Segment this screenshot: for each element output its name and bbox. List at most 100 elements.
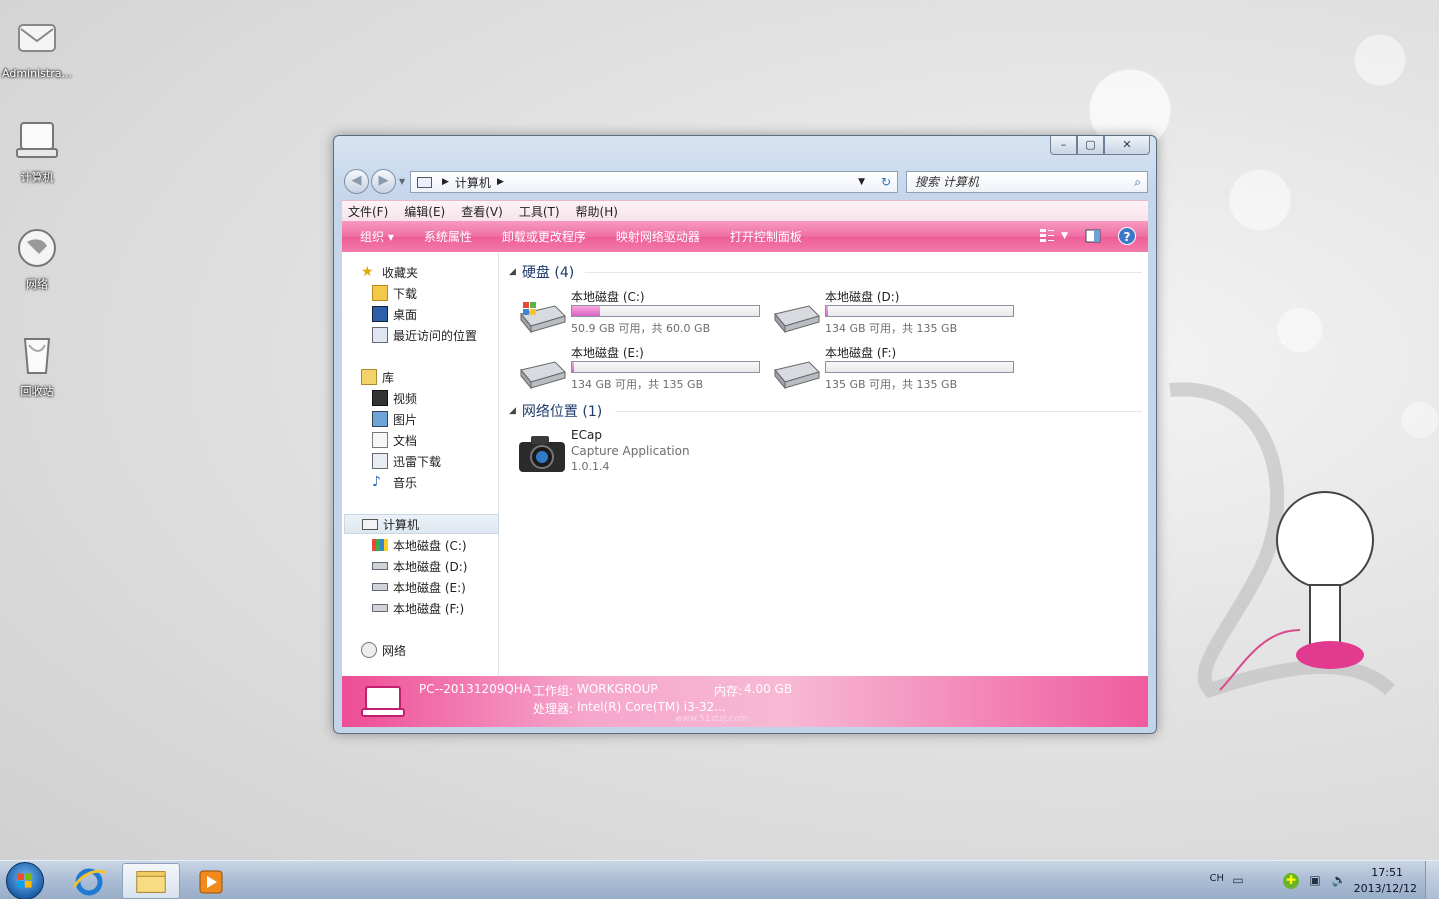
nav-drive-d[interactable]: 本地磁盘 (D:) xyxy=(372,556,467,576)
desktop-icon-recycle-bin[interactable]: 回收站 xyxy=(0,331,74,399)
nav-desktop[interactable]: 桌面 xyxy=(372,304,417,324)
nav-label: 视频 xyxy=(393,391,418,406)
nav-drive-f[interactable]: 本地磁盘 (F:) xyxy=(372,598,464,618)
taskbar-windows-explorer[interactable] xyxy=(122,863,180,899)
theme-watermark: www.51ztzj.com xyxy=(675,714,749,724)
nav-recent-places[interactable]: 最近访问的位置 xyxy=(372,325,477,345)
preview-pane-icon[interactable] xyxy=(1084,227,1102,245)
organize-button[interactable]: 组织 ▾ xyxy=(360,228,394,245)
group-header-network-locations[interactable]: ◢ 网络位置 (1) xyxy=(509,401,602,421)
desktop-icon-computer[interactable]: 计算机 xyxy=(0,117,74,185)
navigation-pane: ★ 收藏夹 下载 桌面 最近访问的位置 库 视频 图片 文档 迅雷下载 ♪ 音乐… xyxy=(342,252,499,676)
refresh-icon[interactable]: ↻ xyxy=(881,175,891,189)
nav-videos[interactable]: 视频 xyxy=(372,388,417,408)
drive-tile-e[interactable]: 本地磁盘 (E:) 134 GB 可用，共 135 GB xyxy=(517,344,767,396)
desktop-icon-label: 回收站 xyxy=(20,385,54,398)
processor-label: 处理器: xyxy=(533,702,574,716)
taskbar-media-player[interactable] xyxy=(182,863,240,899)
network-icon xyxy=(18,229,56,267)
forward-button[interactable]: ▶ xyxy=(371,169,396,194)
start-button[interactable] xyxy=(6,862,44,899)
view-options-chevron-icon[interactable]: ▼ xyxy=(1061,231,1068,241)
network-item-version: 1.0.1.4 xyxy=(571,460,610,473)
desktop-icon-user-folder[interactable]: Administra... xyxy=(0,15,74,80)
group-header-hard-drives[interactable]: ◢ 硬盘 (4) xyxy=(509,262,574,282)
collapse-triangle-icon[interactable]: ◢ xyxy=(509,406,516,416)
clock-time[interactable]: 17:51 xyxy=(1371,866,1403,879)
input-language-indicator[interactable]: CH xyxy=(1209,873,1224,884)
address-history-dropdown-icon[interactable]: ▼ xyxy=(858,177,865,187)
network-item-name: ECap xyxy=(571,428,602,442)
nav-drive-e[interactable]: 本地磁盘 (E:) xyxy=(372,577,466,597)
drive-free-space: 134 GB 可用，共 135 GB xyxy=(571,378,704,391)
taskbar-internet-explorer[interactable] xyxy=(60,863,118,899)
drive-tile-d[interactable]: 本地磁盘 (D:) 134 GB 可用，共 135 GB xyxy=(771,288,1021,340)
close-button[interactable]: ✕ xyxy=(1104,136,1150,155)
hard-drive-icon xyxy=(372,604,388,612)
workgroup-value: WORKGROUP xyxy=(577,682,658,696)
address-bar[interactable]: ▶ 计算机 ▶ ▼ ↻ xyxy=(410,171,898,193)
nav-music[interactable]: ♪ 音乐 xyxy=(372,472,417,492)
nav-network[interactable]: 网络 xyxy=(361,640,406,660)
nav-computer[interactable]: 计算机 xyxy=(344,514,499,534)
drive-name: 本地磁盘 (C:) xyxy=(571,290,645,304)
map-network-drive-button[interactable]: 映射网络驱动器 xyxy=(616,228,700,245)
help-button[interactable]: ? xyxy=(1118,227,1136,245)
drive-name: 本地磁盘 (D:) xyxy=(825,290,900,304)
menu-tools[interactable]: 工具(T) xyxy=(519,203,560,220)
nav-label: 图片 xyxy=(393,412,418,427)
desktop-icon-network[interactable]: 网络 xyxy=(0,224,74,292)
menu-file[interactable]: 文件(F) xyxy=(348,203,388,220)
network-status-icon[interactable]: ▣ xyxy=(1307,873,1323,889)
volume-icon[interactable]: 🔈 xyxy=(1331,873,1347,889)
menu-edit[interactable]: 编辑(E) xyxy=(404,203,445,220)
processor-value: Intel(R) Core(TM) i3-32... xyxy=(577,700,726,714)
breadcrumb-arrow-icon[interactable]: ▶ xyxy=(442,177,449,187)
nav-drive-c[interactable]: 本地磁盘 (C:) xyxy=(372,535,467,555)
menu-help[interactable]: 帮助(H) xyxy=(576,203,618,220)
camera-icon xyxy=(519,436,565,472)
back-button[interactable]: ◀ xyxy=(344,169,369,194)
drive-tile-c[interactable]: 本地磁盘 (C:) 50.9 GB 可用，共 60.0 GB xyxy=(517,288,767,340)
windows-drive-icon xyxy=(520,302,566,334)
show-desktop-button[interactable] xyxy=(1425,861,1439,899)
network-globe-icon xyxy=(361,642,377,658)
clock-date[interactable]: 2013/12/12 xyxy=(1354,882,1417,895)
nav-label: 文档 xyxy=(393,433,418,448)
menu-view[interactable]: 查看(V) xyxy=(461,203,503,220)
system-properties-button[interactable]: 系统属性 xyxy=(424,228,472,245)
nav-documents[interactable]: 文档 xyxy=(372,430,417,450)
video-icon xyxy=(372,390,388,406)
minimize-button[interactable]: – xyxy=(1050,136,1077,155)
drive-tile-f[interactable]: 本地磁盘 (F:) 135 GB 可用，共 135 GB xyxy=(771,344,1021,396)
security-status-icon[interactable]: ✚ xyxy=(1283,873,1299,889)
search-input[interactable]: 搜索 计算机 ⌕ xyxy=(906,171,1148,193)
media-player-icon xyxy=(199,870,223,894)
group-title: 硬盘 (4) xyxy=(521,265,575,281)
collapse-triangle-icon[interactable]: ◢ xyxy=(509,267,516,277)
recent-pages-chevron-icon[interactable]: ▼ xyxy=(399,177,405,186)
folder-icon xyxy=(136,871,166,893)
change-view-icon[interactable] xyxy=(1039,227,1057,245)
workgroup-label: 工作组: xyxy=(533,684,574,698)
uninstall-program-button[interactable]: 卸载或更改程序 xyxy=(502,228,586,245)
breadcrumb-computer[interactable]: 计算机 xyxy=(455,174,491,191)
nav-libraries[interactable]: 库 xyxy=(361,367,394,387)
nav-pictures[interactable]: 图片 xyxy=(372,409,417,429)
nav-label: 本地磁盘 (E:) xyxy=(393,580,466,595)
nav-thunder-downloads[interactable]: 迅雷下载 xyxy=(372,451,441,471)
nav-downloads[interactable]: 下载 xyxy=(372,283,417,303)
keyboard-icon[interactable]: ▭ xyxy=(1230,873,1246,889)
maximize-button[interactable]: ▢ xyxy=(1077,136,1104,155)
network-item-ecap[interactable]: ECap Capture Application 1.0.1.4 xyxy=(517,428,777,488)
drive-usage-bar xyxy=(825,361,1014,373)
computer-small-icon xyxy=(362,518,378,530)
hard-drive-icon xyxy=(520,361,566,390)
content-pane: ◢ 硬盘 (4) 本地磁盘 (C:) 50.9 GB 可用，共 60.0 GB xyxy=(499,252,1148,676)
breadcrumb-arrow-icon[interactable]: ▶ xyxy=(497,177,504,187)
search-icon[interactable]: ⌕ xyxy=(1134,172,1141,192)
desktop-icon-label: 网络 xyxy=(26,278,48,291)
pictures-icon xyxy=(372,411,388,427)
nav-favorites[interactable]: ★ 收藏夹 xyxy=(361,262,418,282)
open-control-panel-button[interactable]: 打开控制面板 xyxy=(730,228,802,245)
